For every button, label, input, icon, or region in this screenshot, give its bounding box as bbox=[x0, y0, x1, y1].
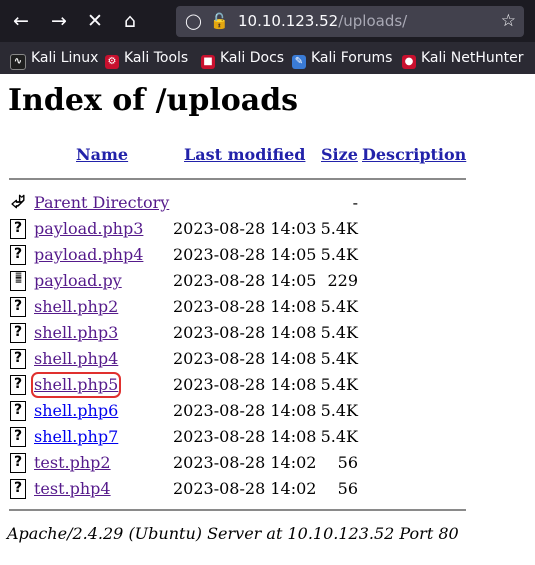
kali-tools-icon: ⚙ bbox=[105, 55, 119, 69]
url-text[interactable]: 10.10.123.52/uploads/ bbox=[238, 11, 407, 32]
page-title: Index of /uploads bbox=[8, 83, 299, 118]
unknown-file-icon: ? bbox=[10, 427, 26, 447]
unknown-file-icon: ? bbox=[10, 297, 26, 317]
file-size: 56 bbox=[337, 479, 358, 498]
table-row: ? shell.php5 2023-08-28 14:08 5.4K bbox=[0, 372, 535, 399]
file-size: 5.4K bbox=[320, 297, 358, 316]
file-date: 2023-08-28 14:03 bbox=[173, 219, 317, 238]
text-file-icon: ≡ ≡ bbox=[10, 271, 26, 291]
parent-directory-row: ⮰ Parent Directory - bbox=[0, 191, 535, 217]
file-link[interactable]: shell.php7 bbox=[34, 427, 118, 447]
url-path: /uploads/ bbox=[338, 12, 408, 30]
file-size: 5.4K bbox=[320, 323, 358, 342]
server-signature: Apache/2.4.29 (Ubuntu) Server at 10.10.1… bbox=[7, 524, 459, 543]
file-size: 5.4K bbox=[320, 375, 358, 394]
file-link-highlighted[interactable]: shell.php5 bbox=[30, 372, 122, 398]
file-date: 2023-08-28 14:02 bbox=[173, 453, 317, 472]
shield-icon[interactable]: ◯ bbox=[185, 10, 202, 33]
unknown-file-icon: ? bbox=[10, 375, 26, 395]
back-folder-icon: ⮰ bbox=[10, 192, 26, 213]
file-date: 2023-08-28 14:08 bbox=[173, 401, 317, 420]
file-link[interactable]: shell.php2 bbox=[34, 297, 118, 317]
table-row: ? test.php2 2023-08-28 14:02 56 bbox=[0, 451, 535, 477]
table-row: ? shell.php6 2023-08-28 14:08 5.4K bbox=[0, 399, 535, 425]
unknown-file-icon: ? bbox=[10, 349, 26, 369]
file-size: 56 bbox=[337, 453, 358, 472]
stop-loading-icon[interactable]: ✕ bbox=[83, 9, 107, 33]
file-link[interactable]: payload.php4 bbox=[34, 245, 143, 265]
file-date: 2023-08-28 14:08 bbox=[173, 427, 317, 446]
url-host: 10.10.123.52 bbox=[238, 12, 339, 30]
bookmark-label: Kali Forums bbox=[311, 50, 393, 66]
file-link[interactable]: shell.php4 bbox=[34, 349, 118, 369]
file-link[interactable]: payload.py bbox=[34, 271, 122, 291]
file-link[interactable]: test.php4 bbox=[34, 479, 111, 499]
bookmark-label: Kali Linux bbox=[31, 50, 99, 66]
table-row: ? payload.php4 2023-08-28 14:05 5.4K bbox=[0, 243, 535, 269]
table-row: ? test.php4 2023-08-28 14:02 56 bbox=[0, 477, 535, 503]
home-icon[interactable]: ⌂ bbox=[118, 9, 142, 33]
column-header-name[interactable]: Name bbox=[76, 145, 128, 165]
file-size: 5.4K bbox=[320, 219, 358, 238]
file-size: 5.4K bbox=[320, 427, 358, 446]
column-header-size[interactable]: Size bbox=[321, 145, 358, 165]
file-size: 5.4K bbox=[320, 401, 358, 420]
file-date: 2023-08-28 14:08 bbox=[173, 349, 317, 368]
parent-directory-link[interactable]: Parent Directory bbox=[34, 193, 169, 213]
bookmark-kali-docs[interactable]: ■ Kali Docs bbox=[201, 48, 285, 69]
kali-nethunter-icon: ● bbox=[402, 55, 416, 69]
file-date: 2023-08-28 14:05 bbox=[173, 271, 317, 290]
bookmark-label: Kali NetHunter bbox=[421, 50, 524, 66]
insecure-lock-icon[interactable]: 🔓 bbox=[210, 10, 229, 33]
header-divider bbox=[9, 178, 466, 180]
file-link[interactable]: payload.php3 bbox=[34, 219, 143, 239]
table-row: ? shell.php7 2023-08-28 14:08 5.4K bbox=[0, 425, 535, 451]
table-row: ? payload.php3 2023-08-28 14:03 5.4K bbox=[0, 217, 535, 243]
file-link[interactable]: test.php2 bbox=[34, 453, 111, 473]
file-link[interactable]: shell.php6 bbox=[34, 401, 118, 421]
file-size: 5.4K bbox=[320, 349, 358, 368]
bookmark-label: Kali Tools bbox=[124, 50, 189, 66]
bookmark-kali-nethunter[interactable]: ● Kali NetHunter bbox=[402, 48, 524, 69]
file-date: 2023-08-28 14:05 bbox=[173, 245, 317, 264]
forward-arrow-icon[interactable]: → bbox=[47, 9, 71, 33]
unknown-file-icon: ? bbox=[10, 323, 26, 343]
unknown-file-icon: ? bbox=[10, 453, 26, 473]
unknown-file-icon: ? bbox=[10, 219, 26, 239]
column-header-last-modified[interactable]: Last modified bbox=[184, 145, 305, 165]
column-header-description[interactable]: Description bbox=[362, 145, 466, 165]
bookmark-kali-forums[interactable]: ✎ Kali Forums bbox=[292, 48, 393, 69]
file-size: - bbox=[352, 193, 358, 212]
back-arrow-icon[interactable]: ← bbox=[9, 9, 33, 33]
bookmark-kali-linux[interactable]: ∿ Kali Linux bbox=[10, 48, 99, 70]
bookmarks-toolbar: ∿ Kali Linux ⚙ Kali Tools ■ Kali Docs ✎ Kali… bbox=[0, 42, 535, 74]
unknown-file-icon: ? bbox=[10, 245, 26, 265]
bookmark-star-icon[interactable]: ☆ bbox=[501, 10, 516, 33]
footer-divider bbox=[9, 509, 466, 511]
file-date: 2023-08-28 14:02 bbox=[173, 479, 317, 498]
kali-dragon-icon: ∿ bbox=[10, 54, 26, 70]
address-bar[interactable]: ◯ 🔓 10.10.123.52/uploads/ ☆ bbox=[176, 6, 524, 37]
table-row: ? shell.php2 2023-08-28 14:08 5.4K bbox=[0, 295, 535, 321]
table-row: ? shell.php3 2023-08-28 14:08 5.4K bbox=[0, 321, 535, 347]
table-row: ? shell.php4 2023-08-28 14:08 5.4K bbox=[0, 347, 535, 373]
file-size: 5.4K bbox=[320, 245, 358, 264]
file-date: 2023-08-28 14:08 bbox=[173, 297, 317, 316]
unknown-file-icon: ? bbox=[10, 401, 26, 421]
bookmark-label: Kali Docs bbox=[220, 50, 285, 66]
bookmark-kali-tools[interactable]: ⚙ Kali Tools bbox=[105, 48, 189, 69]
file-size: 229 bbox=[327, 271, 358, 290]
table-row: ≡ ≡ payload.py 2023-08-28 14:05 229 bbox=[0, 269, 535, 295]
unknown-file-icon: ? bbox=[10, 479, 26, 499]
file-link[interactable]: shell.php3 bbox=[34, 323, 118, 343]
kali-forums-icon: ✎ bbox=[292, 55, 306, 69]
file-date: 2023-08-28 14:08 bbox=[173, 375, 317, 394]
browser-toolbar: ← → ✕ ⌂ ◯ 🔓 10.10.123.52/uploads/ ☆ bbox=[0, 0, 535, 42]
file-date: 2023-08-28 14:08 bbox=[173, 323, 317, 342]
kali-docs-icon: ■ bbox=[201, 55, 215, 69]
